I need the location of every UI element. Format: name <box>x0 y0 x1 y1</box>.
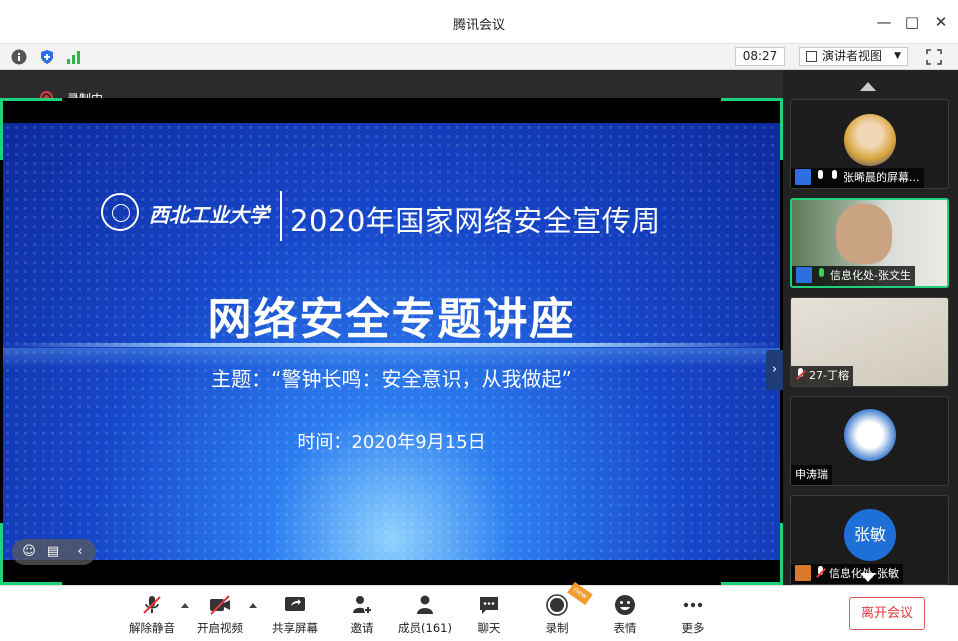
side-panel-toggle[interactable]: › <box>766 350 783 390</box>
university-logo-icon <box>101 193 139 231</box>
more-label: 更多 <box>681 621 705 635</box>
scroll-down-icon[interactable] <box>860 573 876 582</box>
leave-meeting-button[interactable]: 离开会议 <box>849 597 925 630</box>
share-frame-corner <box>721 98 783 160</box>
avatar <box>844 114 896 166</box>
add-user-icon <box>353 596 372 614</box>
microphone-muted-icon <box>795 368 805 382</box>
university-name: 西北工业大学 <box>149 203 269 227</box>
participant-name: 张晞晨的屏幕... <box>843 171 920 184</box>
members-label: 成员(161) <box>398 621 452 635</box>
video-options-icon[interactable] <box>249 603 257 608</box>
members-button[interactable]: 成员(161) <box>395 594 455 638</box>
participant-tile[interactable]: 张敏 信息化处-张敏 <box>790 495 949 585</box>
close-icon[interactable]: ✕ <box>931 12 951 32</box>
microphone-active-icon <box>816 268 826 282</box>
more-button[interactable]: 更多 <box>663 594 723 638</box>
slide-divider <box>280 191 282 241</box>
participant-tile[interactable]: 张晞晨的屏幕... <box>790 99 949 189</box>
chat-label: 聊天 <box>477 621 501 635</box>
scroll-up-icon[interactable] <box>860 82 876 91</box>
share-frame-corner <box>721 523 783 585</box>
chevron-down-icon: ▼ <box>894 51 901 61</box>
participant-name: 信息化处-张文生 <box>830 269 911 282</box>
view-mode-label: 演讲者视图 <box>822 49 883 63</box>
start-video-button[interactable]: 开启视频 <box>190 594 250 638</box>
user-badge-icon <box>795 565 811 581</box>
share-screen-button[interactable]: 共享屏幕 <box>265 594 325 638</box>
participant-panel: 张晞晨的屏幕... 信息化处-张文生 27-丁榕 申涛瑞 张敏 信息化处-张敏 <box>783 70 958 585</box>
presentation-slide: 西北工业大学 2020年国家网络安全宣传周 网络安全专题讲座 主题：“警钟长鸣：… <box>3 123 780 560</box>
collapse-left-icon[interactable]: ‹ <box>72 544 88 560</box>
start-video-label: 开启视频 <box>197 621 243 635</box>
emoji-icon[interactable]: ☺ <box>21 544 37 560</box>
view-mode-select[interactable]: 演讲者视图 ▼ <box>799 47 908 66</box>
share-screen-icon <box>815 170 825 184</box>
chat-icon[interactable]: ▤ <box>45 544 61 560</box>
annotation-mini-toolbar: ☺ ▤ ‹ <box>12 539 96 565</box>
avatar: 张敏 <box>844 509 896 561</box>
microphone-muted-icon <box>143 596 161 614</box>
emoji-label: 表情 <box>613 621 637 635</box>
info-icon[interactable] <box>11 49 27 65</box>
participant-label: 信息化处-张敏 <box>791 564 903 584</box>
participant-tile[interactable]: 申涛瑞 <box>790 396 949 486</box>
share-screen-icon <box>285 597 305 611</box>
window-title: 腾讯会议 <box>452 18 505 33</box>
participant-name: 27-丁榕 <box>809 369 849 382</box>
microphone-icon <box>829 170 839 184</box>
participant-label: 申涛瑞 <box>791 465 832 485</box>
unmute-label: 解除静音 <box>129 621 175 635</box>
meeting-clock: 08:27 <box>735 47 785 66</box>
participant-tile[interactable]: 信息化处-张文生 <box>790 198 949 288</box>
emoji-button[interactable]: 表情 <box>595 594 655 638</box>
participant-label: 信息化处-张文生 <box>792 266 915 286</box>
participant-tile[interactable]: 27-丁榕 <box>790 297 949 387</box>
unmute-button[interactable]: 解除静音 <box>122 594 182 638</box>
signal-icon[interactable] <box>66 49 82 65</box>
slide-main-title: 网络安全专题讲座 <box>207 294 576 345</box>
share-frame-corner <box>0 98 62 160</box>
slide-theme: 主题：“警钟长鸣：安全意识，从我做起” <box>211 367 572 391</box>
avatar <box>844 409 896 461</box>
microphone-muted-icon <box>815 566 825 580</box>
emoji-icon <box>615 595 635 615</box>
host-badge-icon <box>796 267 812 283</box>
audio-options-icon[interactable] <box>181 603 189 608</box>
slide-date: 时间：2020年9月15日 <box>297 432 486 453</box>
members-icon <box>417 595 433 614</box>
invite-button[interactable]: 邀请 <box>332 594 392 638</box>
more-icon <box>683 602 703 608</box>
participant-label: 张晞晨的屏幕... <box>791 168 924 188</box>
screen-stage: 西北工业大学 2020年国家网络安全宣传周 网络安全专题讲座 主题：“警钟长鸣：… <box>0 98 783 585</box>
meeting-toolbar: 解除静音 开启视频 共享屏幕 邀请 成员(161) 聊天 录制 表情 更多 <box>0 585 958 641</box>
slide-event-title: 2020年国家网络安全宣传周 <box>290 204 661 238</box>
maximize-icon[interactable]: □ <box>902 12 922 32</box>
status-bar: 08:27 演讲者视图 ▼ <box>0 44 958 70</box>
title-bar: 腾讯会议 — □ ✕ <box>0 0 958 44</box>
host-badge-icon <box>795 169 811 185</box>
minimize-icon[interactable]: — <box>874 12 894 32</box>
shield-icon[interactable] <box>39 49 55 65</box>
participant-label: 27-丁榕 <box>791 366 853 386</box>
chat-button[interactable]: 聊天 <box>459 594 519 638</box>
record-icon <box>546 594 568 616</box>
speaker-face <box>836 204 892 264</box>
share-screen-label: 共享屏幕 <box>272 621 318 635</box>
fullscreen-icon[interactable] <box>925 48 943 66</box>
invite-label: 邀请 <box>350 621 374 635</box>
shared-screen-area: 录制中 西北工业大学 2020年国家网络安全宣传周 网络安全专题讲座 主题：“警… <box>0 70 783 585</box>
grid-icon <box>806 51 817 62</box>
camera-off-icon <box>210 595 230 615</box>
chat-icon <box>480 597 498 614</box>
record-label: 录制 <box>545 621 569 635</box>
participant-name: 申涛瑞 <box>795 468 828 481</box>
